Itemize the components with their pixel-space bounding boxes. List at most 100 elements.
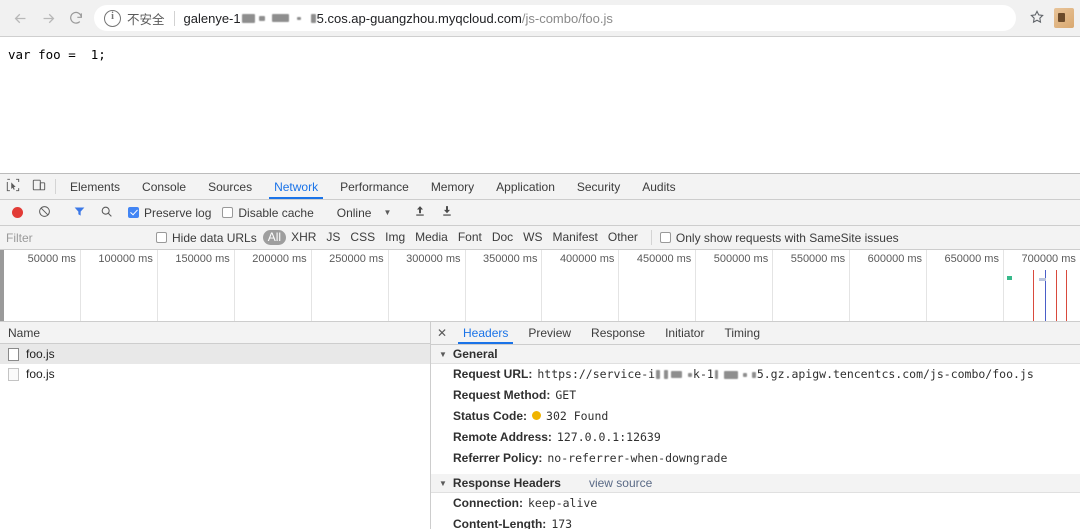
info-circle-icon[interactable]: i <box>104 9 121 27</box>
disable-cache-checkbox[interactable] <box>222 207 234 218</box>
tab-audits[interactable]: Audits <box>631 174 686 199</box>
type-filter-xhr[interactable]: XHR <box>286 230 321 245</box>
tab-security[interactable]: Security <box>566 174 631 199</box>
event-line-red <box>1055 270 1058 321</box>
request-name: foo.js <box>26 347 55 361</box>
tab-network[interactable]: Network <box>263 174 329 199</box>
tabbar-divider <box>55 179 56 194</box>
type-filter-doc[interactable]: Doc <box>487 230 518 245</box>
filter-toggle-button[interactable] <box>66 205 92 221</box>
filter-input[interactable]: Filter <box>6 231 156 245</box>
content-length-value: 173 <box>551 517 573 529</box>
redaction-block <box>714 370 718 379</box>
timeline-tick-column: 50000 ms <box>4 250 81 321</box>
arrow-right-icon <box>40 10 57 27</box>
reload-button[interactable] <box>62 4 90 32</box>
devtools-panel: Elements Console Sources Network Perform… <box>0 173 1080 529</box>
disable-cache-label[interactable]: Disable cache <box>238 206 313 220</box>
timeline-tick-label: 150000 ms <box>175 253 230 265</box>
table-row[interactable]: foo.js <box>0 344 430 364</box>
search-button[interactable] <box>93 205 119 221</box>
tab-timing[interactable]: Timing <box>714 322 770 344</box>
column-header-name: Name <box>8 325 41 340</box>
filterbar-divider <box>650 230 652 245</box>
redaction-block <box>723 370 738 379</box>
timeline-tick-column: 400000 ms <box>542 250 620 321</box>
content-length-key: Content-Length: <box>453 517 547 529</box>
type-filter-all[interactable]: All <box>262 230 287 245</box>
tab-performance[interactable]: Performance <box>329 174 420 199</box>
tab-memory[interactable]: Memory <box>420 174 485 199</box>
type-filter-ws[interactable]: WS <box>518 230 547 245</box>
tab-elements[interactable]: Elements <box>59 174 131 199</box>
tab-response[interactable]: Response <box>581 322 655 344</box>
redaction-block <box>271 14 289 22</box>
tab-preview[interactable]: Preview <box>518 322 581 344</box>
header-row-remote-address: Remote Address: 127.0.0.1:12639 <box>431 427 1080 448</box>
bookmark-button[interactable] <box>1022 5 1052 31</box>
status-code-key: Status Code: <box>453 409 528 423</box>
document-icon <box>8 347 19 361</box>
type-filter-js[interactable]: JS <box>321 230 345 245</box>
timeline-tick-column: 350000 ms <box>466 250 543 321</box>
redaction-block <box>751 371 756 378</box>
type-filter-css[interactable]: CSS <box>345 230 380 245</box>
tab-application[interactable]: Application <box>485 174 566 199</box>
header-row-request-method: Request Method: GET <box>431 385 1080 406</box>
device-toolbar-button[interactable] <box>26 174 52 199</box>
type-filter-font[interactable]: Font <box>453 230 487 245</box>
samesite-issues-label: Only show requests with SameSite issues <box>675 230 899 245</box>
hide-data-urls-checkbox[interactable] <box>156 232 167 243</box>
extension-icon[interactable] <box>1054 8 1074 28</box>
url-prefix: galenye-1 <box>183 10 241 26</box>
preserve-log-checkbox[interactable] <box>128 207 139 218</box>
redaction-block <box>688 372 693 377</box>
preserve-log-label[interactable]: Preserve log <box>144 206 211 220</box>
close-details-button[interactable]: ✕ <box>431 322 453 344</box>
samesite-issues-control[interactable]: Only show requests with SameSite issues <box>659 230 899 245</box>
address-bar-url: galenye-1 5.cos.ap-guangzhou.myqcloud.com… <box>184 11 613 26</box>
tab-initiator[interactable]: Initiator <box>655 322 714 344</box>
event-line-red <box>1065 270 1068 321</box>
url-path: /js-combo/foo.js <box>521 10 613 26</box>
response-headers-section-header[interactable]: ▼ Response Headers view source <box>431 474 1080 493</box>
request-url-key: Request URL: <box>453 367 533 381</box>
forward-button[interactable] <box>34 4 62 32</box>
network-overview-timeline[interactable]: 50000 ms 100000 ms 150000 ms 200000 ms 2… <box>0 250 1080 322</box>
timeline-tick-label: 700000 ms <box>1021 253 1076 265</box>
request-url-mid: k-1 <box>693 367 714 381</box>
type-filter-manifest[interactable]: Manifest <box>548 230 603 245</box>
clear-button[interactable] <box>31 205 57 221</box>
table-row[interactable]: foo.js <box>0 364 430 384</box>
export-har-button[interactable] <box>434 205 460 220</box>
request-rows: foo.js foo.js <box>0 344 430 529</box>
type-filter-img[interactable]: Img <box>380 230 410 245</box>
tab-sources[interactable]: Sources <box>197 174 263 199</box>
record-button[interactable] <box>4 207 30 218</box>
back-button[interactable] <box>6 4 34 32</box>
type-filter-media[interactable]: Media <box>410 230 453 245</box>
throttling-select[interactable]: Online ▼ <box>337 206 392 220</box>
remote-address-key: Remote Address: <box>453 430 552 444</box>
timeline-tick-label: 200000 ms <box>252 253 307 265</box>
view-source-link[interactable]: view source <box>589 476 652 490</box>
general-section-title: General <box>452 347 498 361</box>
inspect-element-button[interactable] <box>0 174 26 199</box>
type-filter-other[interactable]: Other <box>603 230 643 245</box>
request-url-value: https://service-i k-1 5.gz.apigw.tencentcs… <box>537 367 1033 382</box>
devtools-tabbar: Elements Console Sources Network Perform… <box>0 174 1080 200</box>
general-section-header[interactable]: ▼ General <box>431 345 1080 364</box>
record-circle-icon <box>11 207 23 218</box>
timeline-tick-label: 450000 ms <box>636 253 692 265</box>
event-marker-grey <box>1038 278 1046 281</box>
timeline-tick-column: 150000 ms <box>158 250 235 321</box>
samesite-issues-checkbox[interactable] <box>659 232 671 243</box>
address-bar[interactable]: i 不安全 galenye-1 5.cos.ap-guangzhou.myqclo… <box>94 5 1016 31</box>
tab-console[interactable]: Console <box>131 174 197 199</box>
request-method-value: GET <box>555 388 577 402</box>
tab-headers[interactable]: Headers <box>453 322 518 344</box>
request-list-header[interactable]: Name <box>0 322 430 344</box>
hide-data-urls-control[interactable]: Hide data URLs <box>156 231 257 245</box>
redaction-block <box>241 13 255 23</box>
import-har-button[interactable] <box>407 205 433 220</box>
